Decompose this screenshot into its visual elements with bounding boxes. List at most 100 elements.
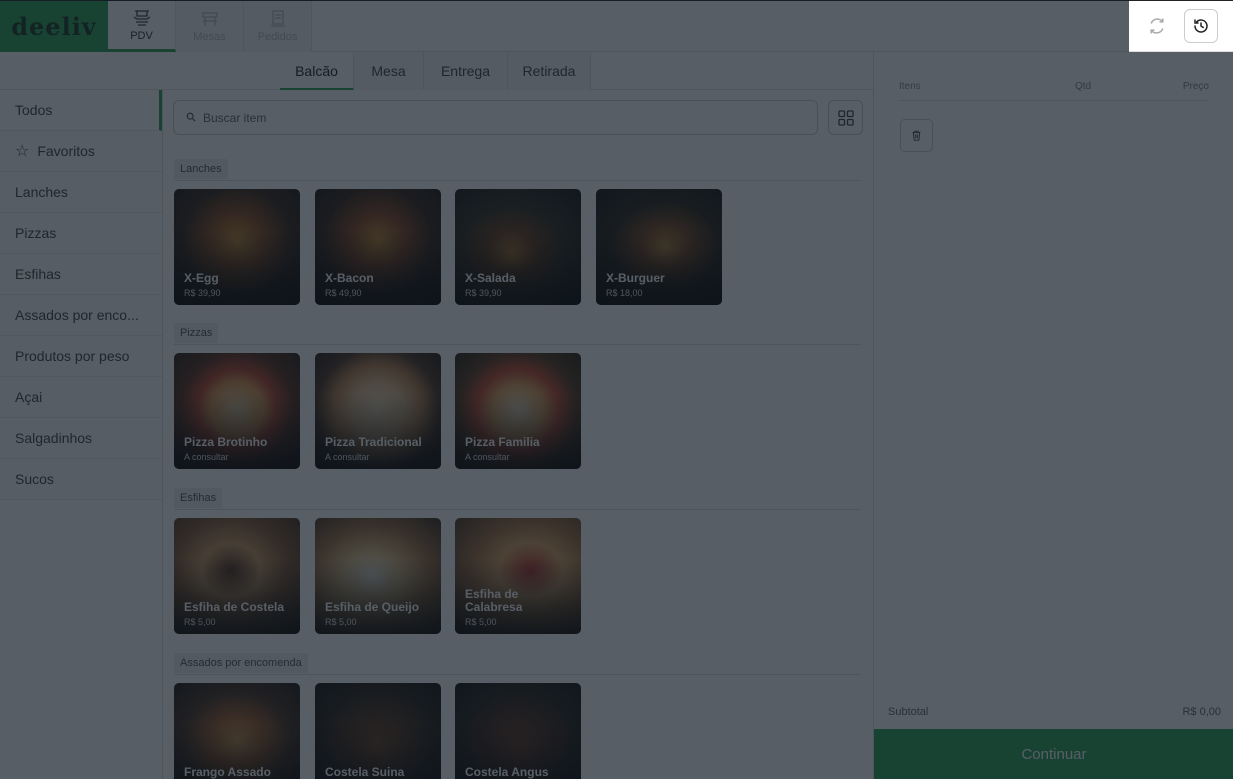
cart-col-price: Preço bbox=[1182, 81, 1209, 92]
cart-panel: Itens Qtd Preço Subtotal R$ 0,00 Continu… bbox=[873, 52, 1233, 779]
cart-header: Itens Qtd Preço bbox=[899, 77, 1209, 101]
category-label: Esfihas bbox=[15, 266, 61, 282]
product-price: R$ 49,90 bbox=[325, 288, 362, 298]
category-item-acai[interactable]: Açai bbox=[0, 377, 162, 418]
clear-cart-button[interactable] bbox=[900, 119, 933, 152]
tab-balcao[interactable]: Balcão bbox=[280, 52, 354, 90]
product-card-costela-suina[interactable]: Costela Suina bbox=[315, 683, 441, 779]
nav-pdv-label: PDV bbox=[130, 29, 153, 42]
pedidos-icon bbox=[270, 10, 285, 27]
product-card-costela-angus[interactable]: Costela Angus bbox=[455, 683, 581, 779]
product-card-esfiha-calabresa[interactable]: Esfiha de Calabresa R$ 5,00 bbox=[455, 518, 581, 634]
product-name: Costela Angus bbox=[465, 765, 549, 779]
nav-pdv-button[interactable]: PDV bbox=[108, 1, 176, 52]
mesas-icon bbox=[201, 12, 218, 26]
trash-icon bbox=[912, 130, 921, 141]
product-name: Costela Suina bbox=[325, 765, 405, 779]
nav-mesas-label: Mesas bbox=[193, 31, 226, 43]
top-bar-spacer bbox=[312, 1, 1129, 51]
tab-mesa[interactable]: Mesa bbox=[354, 52, 424, 90]
search-icon bbox=[186, 111, 196, 125]
product-card-x-egg[interactable]: X-Egg R$ 39,90 bbox=[174, 189, 300, 305]
top-bar: deeliv PDV Mesas Pedidos bbox=[0, 0, 1233, 52]
category-label: Produtos por peso bbox=[15, 348, 130, 364]
section-divider bbox=[174, 344, 861, 345]
top-right-actions bbox=[1129, 1, 1233, 51]
search-input[interactable]: Buscar item bbox=[173, 100, 818, 135]
product-name: X-Salada bbox=[465, 271, 516, 285]
product-name: Pizza Brotinho bbox=[184, 435, 268, 449]
section-divider bbox=[174, 674, 861, 675]
product-card-x-salada[interactable]: X-Salada R$ 39,90 bbox=[455, 189, 581, 305]
product-name: Esfiha de Calabresa bbox=[465, 587, 523, 614]
product-name: Frango Assado bbox=[184, 765, 271, 779]
nav-pedidos-button[interactable]: Pedidos bbox=[244, 1, 312, 52]
section-divider bbox=[174, 509, 861, 510]
category-label: Açai bbox=[15, 389, 43, 405]
subtotal-value: R$ 0,00 bbox=[1182, 706, 1221, 718]
cart-col-items: Itens bbox=[899, 81, 921, 92]
tab-retirada[interactable]: Retirada bbox=[508, 52, 591, 90]
product-name: Pizza Familia bbox=[465, 435, 540, 449]
product-area: Buscar item Lanches X-Egg R$ 39,90 X-Bac… bbox=[163, 90, 873, 779]
category-label: Salgadinhos bbox=[15, 430, 93, 446]
product-price: R$ 39,90 bbox=[184, 288, 221, 298]
category-item-pizzas[interactable]: Pizzas bbox=[0, 213, 162, 254]
category-label: Favoritos bbox=[37, 143, 95, 159]
sync-icon[interactable] bbox=[1144, 13, 1170, 39]
subtotal-label: Subtotal bbox=[888, 706, 929, 718]
product-price: R$ 5,00 bbox=[184, 617, 216, 627]
category-item-sucos[interactable]: Sucos bbox=[0, 459, 162, 500]
product-name: X-Egg bbox=[184, 271, 219, 285]
category-item-produtos-peso[interactable]: Produtos por peso bbox=[0, 336, 162, 377]
product-price: A consultar bbox=[325, 452, 370, 462]
category-label: Sucos bbox=[15, 471, 54, 487]
product-card-esfiha-queijo[interactable]: Esfiha de Queijo R$ 5,00 bbox=[315, 518, 441, 634]
product-price: R$ 5,00 bbox=[325, 617, 357, 627]
grid-view-button[interactable] bbox=[828, 100, 863, 135]
category-item-assados[interactable]: Assados por enco... bbox=[0, 295, 162, 336]
product-card-x-bacon[interactable]: X-Bacon R$ 49,90 bbox=[315, 189, 441, 305]
category-label: Todos bbox=[15, 102, 53, 118]
continue-button[interactable]: Continuar bbox=[874, 729, 1233, 779]
product-name: X-Bacon bbox=[325, 271, 374, 285]
section-label-lanches: Lanches bbox=[174, 159, 228, 179]
category-label: Lanches bbox=[15, 184, 68, 200]
product-price: A consultar bbox=[184, 452, 229, 462]
category-item-esfihas[interactable]: Esfihas bbox=[0, 254, 162, 295]
product-card-esfiha-costela[interactable]: Esfiha de Costela R$ 5,00 bbox=[174, 518, 300, 634]
nav-mesas-button[interactable]: Mesas bbox=[176, 1, 244, 52]
product-card-pizza-tradicional[interactable]: Pizza Tradicional A consultar bbox=[315, 353, 441, 469]
section-label-esfihas: Esfihas bbox=[174, 488, 223, 508]
history-button[interactable] bbox=[1184, 9, 1218, 43]
brand-logo: deeliv bbox=[0, 1, 108, 52]
product-card-pizza-brotinho[interactable]: Pizza Brotinho A consultar bbox=[174, 353, 300, 469]
category-item-todos[interactable]: Todos bbox=[0, 90, 162, 131]
tab-entrega[interactable]: Entrega bbox=[424, 52, 508, 90]
product-price: R$ 5,00 bbox=[465, 617, 497, 627]
category-item-salgadinhos[interactable]: Salgadinhos bbox=[0, 418, 162, 459]
star-icon: ☆ bbox=[15, 143, 30, 160]
order-type-tabs: Balcão Mesa Entrega Retirada bbox=[0, 52, 873, 90]
product-name: Esfiha de Costela bbox=[184, 600, 285, 614]
section-divider bbox=[174, 180, 861, 181]
product-price: A consultar bbox=[465, 452, 510, 462]
grid-icon bbox=[837, 109, 854, 126]
product-card-pizza-familia[interactable]: Pizza Familia A consultar bbox=[455, 353, 581, 469]
category-label: Pizzas bbox=[15, 225, 57, 241]
product-card-x-burguer[interactable]: X-Burguer R$ 18,00 bbox=[596, 189, 722, 305]
product-name: X-Burguer bbox=[606, 271, 665, 285]
cart-col-qty: Qtd bbox=[1075, 81, 1092, 92]
category-sidebar: Todos ☆ Favoritos Lanches Pizzas Esfihas … bbox=[0, 90, 163, 779]
product-card-frango-assado[interactable]: Frango Assado bbox=[174, 683, 300, 779]
category-item-favoritos[interactable]: ☆ Favoritos bbox=[0, 131, 162, 172]
search-placeholder: Buscar item bbox=[203, 110, 267, 125]
category-item-lanches[interactable]: Lanches bbox=[0, 172, 162, 213]
product-price: R$ 18,00 bbox=[606, 288, 643, 298]
product-name: Esfiha de Queijo bbox=[325, 600, 420, 614]
product-name: Pizza Tradicional bbox=[325, 435, 422, 449]
history-icon bbox=[1194, 19, 1208, 33]
category-label: Assados por enco... bbox=[15, 307, 139, 323]
product-price: R$ 39,90 bbox=[465, 288, 502, 298]
subtotal-row: Subtotal R$ 0,00 bbox=[888, 706, 1221, 718]
